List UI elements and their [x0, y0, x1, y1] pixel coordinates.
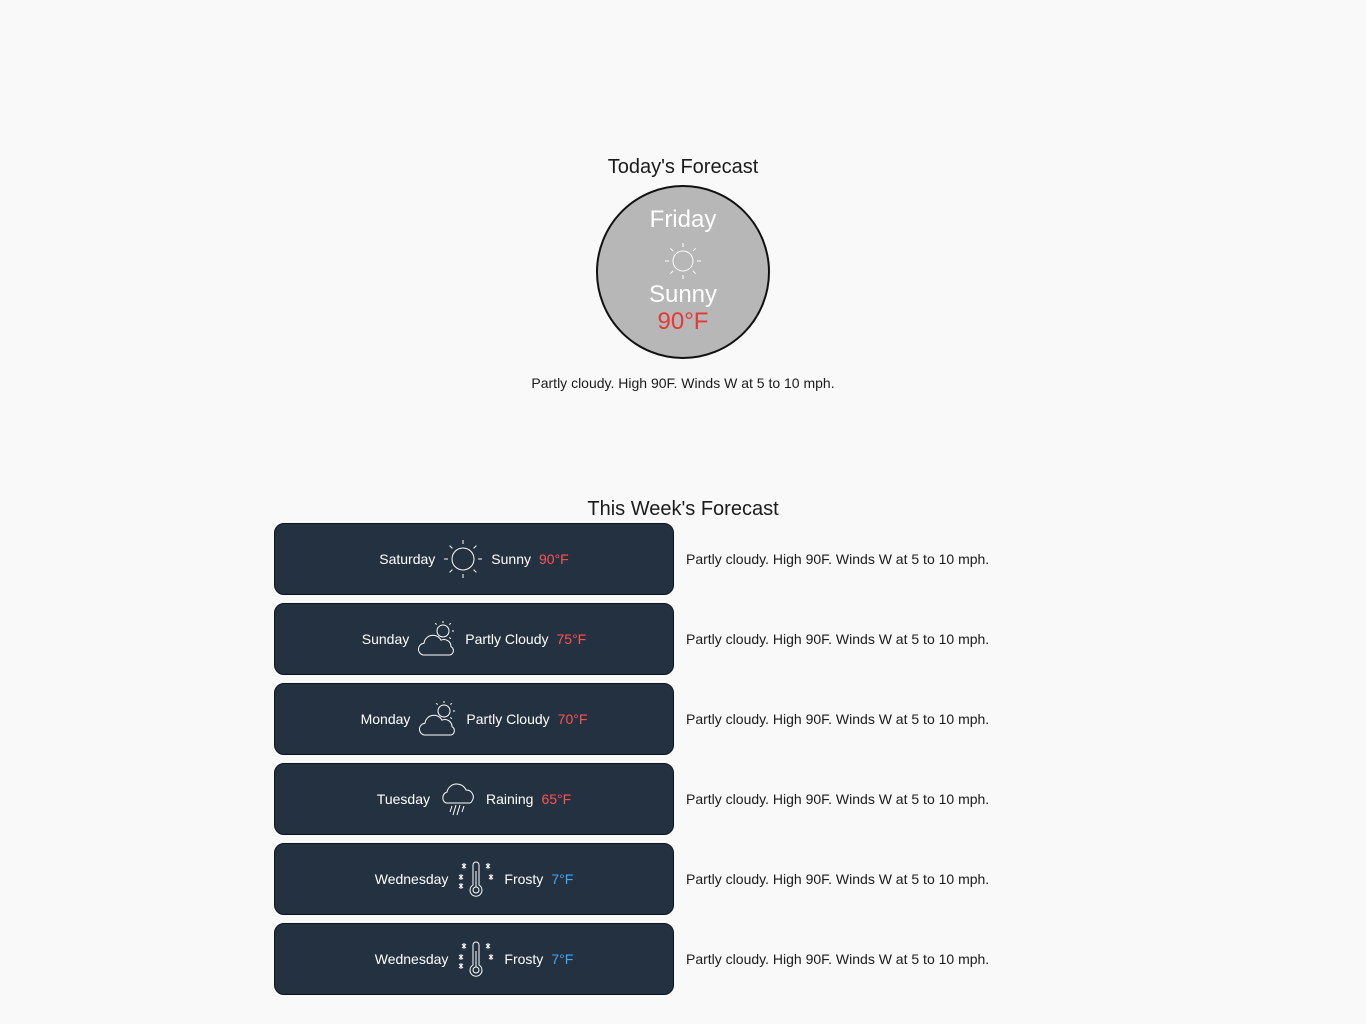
forecast-row: Saturday Sunny 90°F Partly cloudy. High …: [274, 522, 989, 596]
forecast-temperature: 7°F: [551, 871, 574, 887]
forecast-description: Partly cloudy. High 90F. Winds W at 5 to…: [686, 871, 990, 887]
today-description: Partly cloudy. High 90F. Winds W at 5 to…: [531, 375, 835, 391]
forecast-day: Saturday: [379, 551, 436, 567]
forecast-condition: Frosty: [504, 951, 544, 967]
today-forecast: Today's Forecast Friday Sunny 90°F Partl…: [0, 152, 1366, 391]
forecast-row: Sunday Partly Cloudy 75°F Partly cloudy.…: [274, 602, 989, 676]
week-forecast-list: Saturday Sunny 90°F Partly cloudy. High …: [274, 522, 989, 1002]
forecast-condition: Sunny: [491, 551, 531, 567]
forecast-card[interactable]: Tuesday Raining 65°F: [274, 763, 674, 835]
forecast-card[interactable]: Wednesday Frosty 7°F: [274, 843, 674, 915]
forecast-description: Partly cloudy. High 90F. Winds W at 5 to…: [686, 631, 990, 647]
today-day: Friday: [649, 206, 717, 233]
rain-cloud-icon: [438, 779, 478, 819]
forecast-card[interactable]: Sunday Partly Cloudy 75°F: [274, 603, 674, 675]
forecast-condition: Partly Cloudy: [465, 631, 549, 647]
forecast-temperature: 70°F: [557, 711, 588, 727]
frost-thermometer-icon: [456, 939, 496, 979]
forecast-row: Wednesday Frosty 7°F Partly cloudy. High…: [274, 842, 989, 916]
forecast-temperature: 75°F: [556, 631, 587, 647]
forecast-description: Partly cloudy. High 90F. Winds W at 5 to…: [686, 711, 990, 727]
forecast-row: Monday Partly Cloudy 70°F Partly cloudy.…: [274, 682, 989, 756]
partly-cloudy-icon: [417, 619, 457, 659]
forecast-card[interactable]: Wednesday Frosty 7°F: [274, 923, 674, 995]
forecast-description: Partly cloudy. High 90F. Winds W at 5 to…: [686, 551, 990, 567]
forecast-condition: Partly Cloudy: [466, 711, 550, 727]
forecast-temperature: 90°F: [539, 551, 569, 567]
forecast-row: Wednesday Frosty 7°F Partly cloudy. High…: [274, 922, 989, 996]
forecast-condition: Raining: [485, 791, 534, 807]
forecast-description: Partly cloudy. High 90F. Winds W at 5 to…: [686, 951, 990, 967]
forecast-day: Wednesday: [374, 871, 449, 887]
forecast-day: Sunday: [361, 631, 410, 647]
forecast-card[interactable]: Monday Partly Cloudy 70°F: [274, 683, 674, 755]
today-condition: Sunny: [648, 281, 718, 308]
forecast-temperature: 7°F: [551, 951, 574, 967]
forecast-day: Tuesday: [376, 791, 430, 807]
forecast-row: Tuesday Raining 65°F Partly cloudy. High…: [274, 762, 989, 836]
sun-icon: [443, 539, 483, 579]
forecast-card[interactable]: Saturday Sunny 90°F: [274, 523, 674, 595]
forecast-temperature: 65°F: [541, 791, 572, 807]
forecast-day: Wednesday: [374, 951, 449, 967]
today-temperature: 90°F: [657, 308, 709, 335]
forecast-day: Monday: [360, 711, 411, 727]
sun-icon: [663, 241, 703, 281]
frost-thermometer-icon: [456, 859, 496, 899]
today-forecast-card: Friday Sunny 90°F: [596, 185, 770, 359]
partly-cloudy-icon: [418, 699, 458, 739]
week-forecast-title: This Week's Forecast: [587, 498, 779, 520]
today-forecast-title: Today's Forecast: [607, 156, 759, 178]
forecast-description: Partly cloudy. High 90F. Winds W at 5 to…: [686, 791, 990, 807]
forecast-condition: Frosty: [504, 871, 544, 887]
